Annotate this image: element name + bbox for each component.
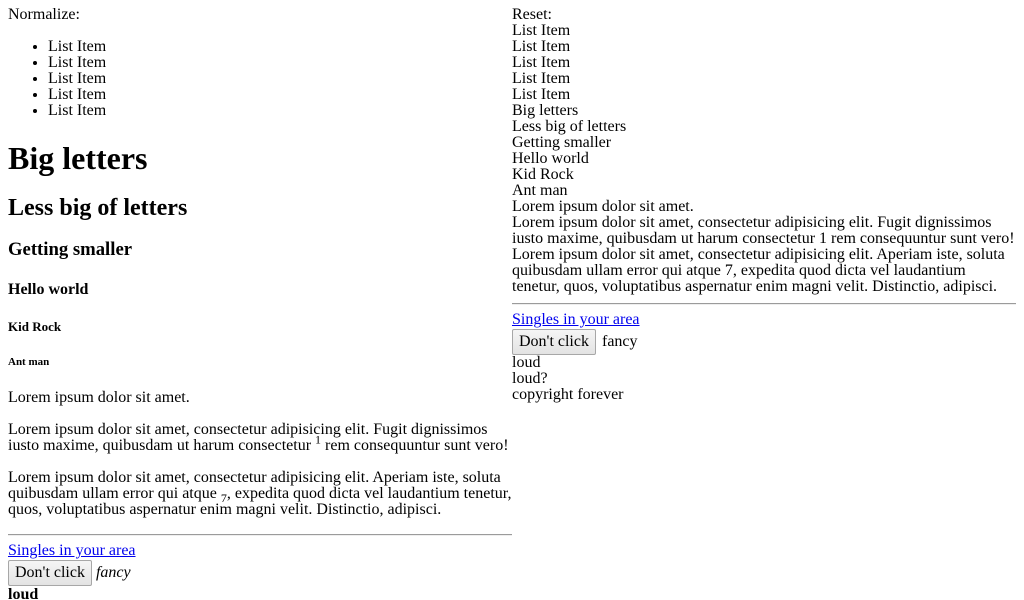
link-row: Singles in your area bbox=[8, 543, 512, 559]
list-item: List Item bbox=[48, 103, 512, 119]
loud-text: loud bbox=[512, 354, 541, 371]
list-item: List Item bbox=[512, 22, 571, 39]
loud-question-text: loud? bbox=[512, 370, 548, 387]
list-item: List Item bbox=[48, 71, 512, 87]
heading-1: Big letters bbox=[512, 102, 579, 119]
heading-2: Less big of letters bbox=[8, 195, 188, 221]
list-item: List Item bbox=[512, 70, 571, 87]
heading-6: Ant man bbox=[512, 182, 568, 199]
dont-click-button[interactable]: Don't click bbox=[8, 560, 92, 586]
list-item: List Item bbox=[512, 86, 571, 103]
list-item: List Item bbox=[512, 38, 571, 55]
paragraph-2: Lorem ipsum dolor sit amet, consectetur … bbox=[512, 214, 1015, 247]
divider bbox=[512, 303, 1016, 305]
paragraph-1: Lorem ipsum dolor sit amet. bbox=[8, 389, 190, 406]
list-item: List Item bbox=[48, 39, 512, 55]
list-item: List Item bbox=[48, 87, 512, 103]
dont-click-button[interactable]: Don't click bbox=[512, 329, 596, 355]
paragraph-3: Lorem ipsum dolor sit amet, consectetur … bbox=[8, 470, 512, 518]
heading-4: Hello world bbox=[8, 281, 89, 298]
paragraph-1: Lorem ipsum dolor sit amet. bbox=[512, 198, 694, 215]
page: Normalize: List Item List Item List Item… bbox=[0, 0, 1024, 600]
button-row: Don't click fancy bbox=[8, 560, 512, 586]
singles-link[interactable]: Singles in your area bbox=[8, 542, 136, 559]
link-row: Singles in your area bbox=[512, 312, 1016, 328]
heading-3: Getting smaller bbox=[512, 134, 612, 151]
reset-column: Reset: List Item List Item List Item Lis… bbox=[512, 0, 1016, 403]
reset-title: Reset: bbox=[512, 6, 552, 23]
normalize-column: Normalize: List Item List Item List Item… bbox=[8, 0, 512, 600]
loud-text: loud bbox=[8, 586, 39, 600]
heading-5: Kid Rock bbox=[8, 319, 62, 334]
paragraph-2: Lorem ipsum dolor sit amet, consectetur … bbox=[8, 422, 512, 454]
heading-1: Big letters bbox=[8, 140, 148, 176]
heading-6: Ant man bbox=[8, 356, 50, 368]
copyright-text: copyright forever bbox=[512, 386, 624, 403]
list-item: List Item bbox=[512, 54, 571, 71]
list-item: List Item bbox=[48, 55, 512, 71]
normalize-title: Normalize: bbox=[8, 6, 80, 23]
fancy-text: fancy bbox=[95, 564, 131, 581]
singles-link[interactable]: Singles in your area bbox=[512, 311, 640, 328]
heading-5: Kid Rock bbox=[512, 166, 574, 183]
divider bbox=[8, 534, 512, 536]
fancy-text: fancy bbox=[601, 333, 638, 350]
paragraph-2-text-b: rem consequuntur sunt vero! bbox=[321, 437, 509, 454]
button-row: Don't click fancy bbox=[512, 329, 1016, 355]
paragraph-3: Lorem ipsum dolor sit amet, consectetur … bbox=[512, 246, 1005, 295]
heading-2: Less big of letters bbox=[512, 118, 627, 135]
heading-4: Hello world bbox=[512, 150, 589, 167]
normalize-list: List Item List Item List Item List Item … bbox=[8, 39, 512, 119]
heading-3: Getting smaller bbox=[8, 239, 133, 260]
